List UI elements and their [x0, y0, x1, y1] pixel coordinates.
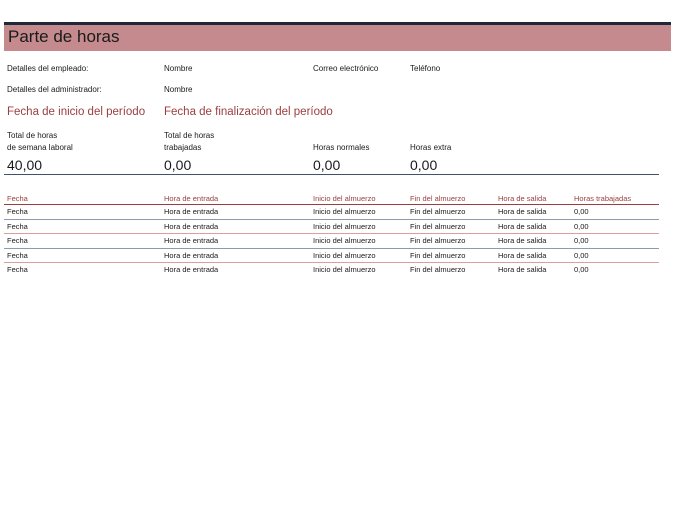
employee-email-field[interactable]: Correo electrónico: [313, 64, 378, 73]
col-header-date: Fecha: [7, 194, 28, 203]
cell-date[interactable]: Fecha: [7, 207, 28, 216]
admin-details-label: Detalles del administrador:: [7, 85, 102, 94]
cell-hours-worked: 0,00: [574, 236, 589, 245]
cell-time-in[interactable]: Hora de entrada: [164, 236, 218, 245]
workweek-hours-label-2: de semana laboral: [7, 143, 73, 152]
employee-phone-field[interactable]: Teléfono: [410, 64, 440, 73]
table-row[interactable]: Fecha Hora de entrada Inicio del almuerz…: [4, 263, 659, 278]
worked-hours-label-2: trabajadas: [164, 143, 202, 152]
cell-hours-worked: 0,00: [574, 250, 589, 260]
cell-time-in[interactable]: Hora de entrada: [164, 222, 218, 231]
regular-hours-label: Horas normales: [313, 143, 370, 152]
table-row[interactable]: Fecha Hora de entrada Inicio del almuerz…: [4, 220, 659, 234]
table-row[interactable]: Fecha Hora de entrada Inicio del almuerz…: [4, 205, 659, 220]
cell-lunch-end[interactable]: Fin del almuerzo: [410, 236, 465, 245]
cell-time-out[interactable]: Hora de salida: [498, 207, 546, 216]
cell-time-in[interactable]: Hora de entrada: [164, 251, 218, 260]
admin-name-field[interactable]: Nombre: [164, 85, 192, 94]
cell-lunch-end[interactable]: Fin del almuerzo: [410, 207, 465, 216]
col-header-lunch-start: Inicio del almuerzo: [313, 194, 376, 203]
cell-lunch-start[interactable]: Inicio del almuerzo: [313, 207, 376, 216]
cell-time-in[interactable]: Hora de entrada: [164, 207, 218, 216]
worked-hours-value[interactable]: 0,00: [164, 157, 191, 173]
col-header-time-in: Hora de entrada: [164, 194, 219, 203]
cell-lunch-end[interactable]: Fin del almuerzo: [410, 251, 465, 260]
cell-time-out[interactable]: Hora de salida: [498, 222, 546, 231]
cell-lunch-start[interactable]: Inicio del almuerzo: [313, 236, 376, 245]
cell-date[interactable]: Fecha: [7, 251, 28, 260]
cell-time-out[interactable]: Hora de salida: [498, 265, 546, 274]
cell-lunch-start[interactable]: Inicio del almuerzo: [313, 222, 376, 231]
workweek-hours-value[interactable]: 40,00: [7, 157, 42, 173]
table-row[interactable]: Fecha Hora de entrada Inicio del almuerz…: [4, 234, 659, 249]
period-start-field[interactable]: Fecha de inicio del período: [7, 106, 145, 118]
cell-lunch-end[interactable]: Fin del almuerzo: [410, 265, 465, 274]
cell-hours-worked: 0,00: [574, 207, 589, 216]
cell-lunch-end[interactable]: Fin del almuerzo: [410, 222, 465, 231]
regular-hours-value[interactable]: 0,00: [313, 157, 340, 173]
cell-lunch-start[interactable]: Inicio del almuerzo: [313, 265, 376, 274]
workweek-hours-label-1: Total de horas: [7, 131, 58, 140]
overtime-hours-value[interactable]: 0,00: [410, 157, 437, 173]
employee-details-label: Detalles del empleado:: [7, 64, 89, 73]
cell-hours-worked: 0,00: [574, 265, 589, 274]
cell-lunch-start[interactable]: Inicio del almuerzo: [313, 251, 376, 260]
table-row[interactable]: Fecha Hora de entrada Inicio del almuerz…: [4, 249, 659, 263]
overtime-hours-label: Horas extra: [410, 143, 452, 152]
cell-time-out[interactable]: Hora de salida: [498, 236, 546, 245]
worked-hours-label-1: Total de horas: [164, 131, 215, 140]
page-title: Parte de horas: [8, 27, 120, 46]
employee-name-field[interactable]: Nombre: [164, 64, 192, 73]
cell-time-in[interactable]: Hora de entrada: [164, 265, 218, 274]
period-end-field[interactable]: Fecha de finalización del período: [164, 106, 333, 118]
cell-date[interactable]: Fecha: [7, 236, 28, 245]
col-header-hours-worked: Horas trabajadas: [574, 194, 632, 203]
col-header-time-out: Hora de salida: [498, 194, 547, 203]
cell-date[interactable]: Fecha: [7, 265, 28, 274]
summary-rule: [4, 174, 659, 175]
cell-time-out[interactable]: Hora de salida: [498, 251, 546, 260]
col-header-lunch-end: Fin del almuerzo: [410, 194, 466, 203]
cell-hours-worked: 0,00: [574, 221, 589, 231]
title-bar: Parte de horas: [4, 25, 671, 51]
cell-date[interactable]: Fecha: [7, 222, 28, 231]
